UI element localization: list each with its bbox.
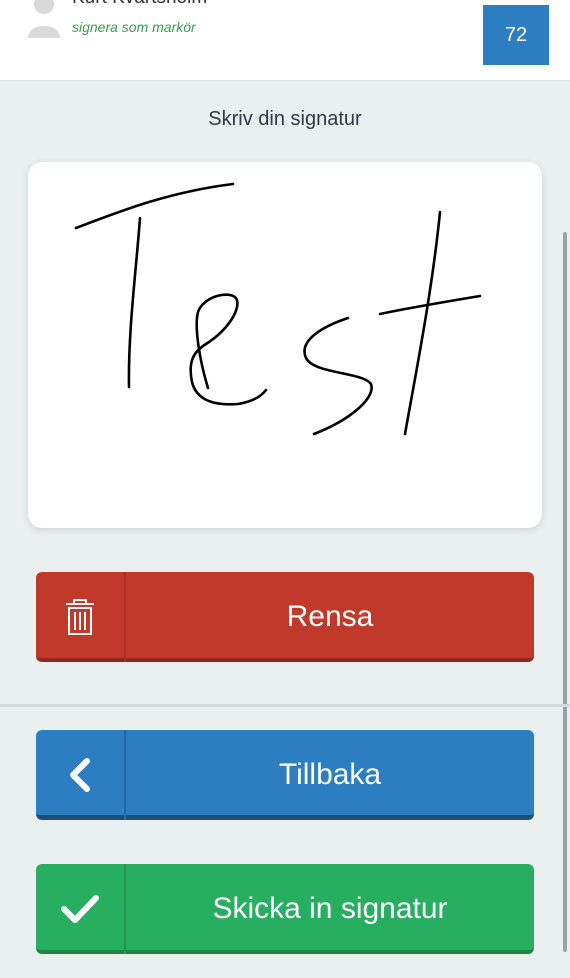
section-divider [0, 704, 570, 707]
clear-button[interactable]: Rensa [36, 572, 534, 662]
back-button[interactable]: Tillbaka [36, 730, 534, 820]
signature-heading: Skriv din signatur [208, 108, 362, 130]
signature-drawing [74, 182, 482, 436]
scrollbar[interactable] [563, 232, 567, 952]
user-name: Kurt Kvartsholm [72, 0, 207, 9]
submit-signature-button[interactable]: Skicka in signatur [36, 864, 534, 954]
chevron-left-icon [36, 730, 124, 820]
checkmark-icon [36, 864, 124, 954]
signature-pad[interactable] [28, 162, 542, 528]
back-button-label: Tillbaka [278, 758, 382, 791]
user-role: signera som markör [72, 19, 196, 35]
clear-button-label: Rensa [286, 600, 374, 633]
submit-button-label: Skicka in signatur [212, 892, 448, 925]
top-bar: Kurt Kvartsholm signera som markör 72 [0, 0, 570, 81]
user-silhouette-icon [28, 0, 60, 38]
count-badge[interactable]: 72 [483, 5, 549, 65]
trash-icon [36, 572, 124, 662]
